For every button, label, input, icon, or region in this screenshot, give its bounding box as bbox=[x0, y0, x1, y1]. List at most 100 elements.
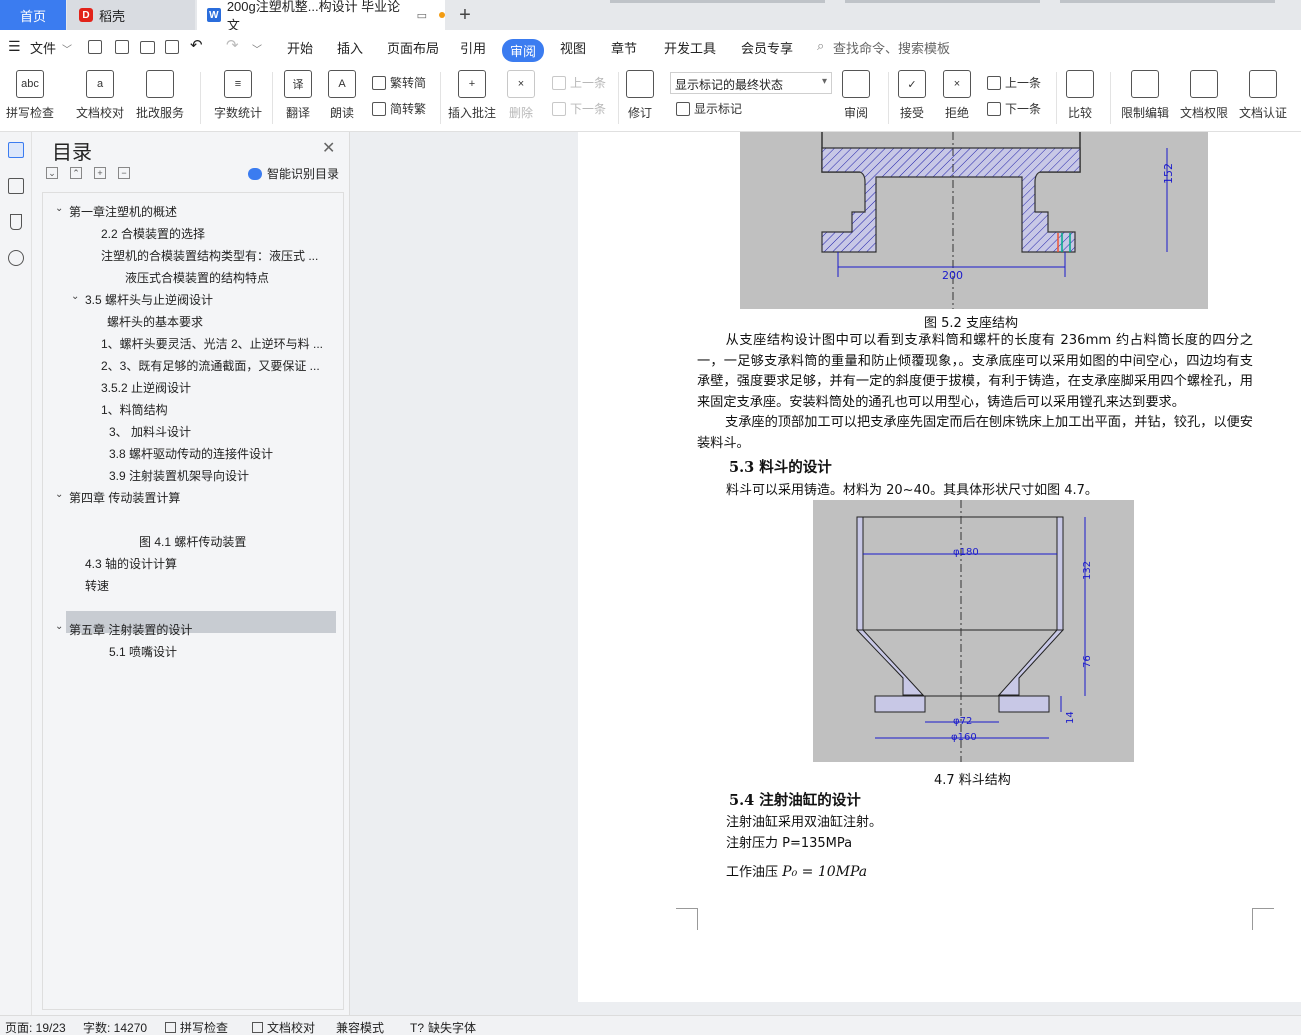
word-count-indicator[interactable]: 字数: 14270 bbox=[83, 1019, 147, 1036]
delete-comment-button[interactable]: × 删除 bbox=[507, 70, 535, 121]
print-preview-icon[interactable] bbox=[165, 40, 179, 54]
menu-home[interactable]: 开始 bbox=[287, 38, 313, 57]
chapter-nav-icon[interactable] bbox=[8, 178, 24, 194]
add-heading-icon[interactable]: + bbox=[94, 167, 106, 179]
close-icon[interactable]: ✕ bbox=[322, 138, 335, 158]
menu-view[interactable]: 视图 bbox=[560, 38, 586, 57]
expand-up-icon[interactable]: ⌃ bbox=[70, 167, 82, 179]
insert-comment-button[interactable]: + 插入批注 bbox=[448, 70, 496, 121]
toc-item[interactable]: 转速 bbox=[85, 577, 109, 594]
toc-item[interactable]: ⌄ 第五章 注射装置的设计 bbox=[55, 621, 192, 638]
display-mode-select[interactable]: 显示标记的最终状态 bbox=[670, 72, 832, 94]
toc-item[interactable]: 注塑机的合模装置结构类型有：液压式 ... bbox=[101, 247, 318, 264]
show-marks-button[interactable]: 显示标记 bbox=[676, 100, 742, 117]
toc-item[interactable]: 3.8 螺杆驱动传动的连接件设计 bbox=[109, 445, 273, 462]
hamburger-icon[interactable]: ☰ bbox=[8, 38, 21, 55]
word-count-button[interactable]: ≡ 字数统计 bbox=[214, 70, 262, 121]
dimension-180: φ180 bbox=[953, 547, 979, 558]
section-heading: 5.3 料斗的设计 bbox=[729, 459, 832, 476]
toc-item[interactable]: ⌄ 3.5 螺杆头与止逆阀设计 bbox=[71, 291, 213, 308]
toc-item[interactable]: 1、螺杆头要灵活、光洁 2、止逆环与料 ... bbox=[101, 335, 323, 352]
tab-daoke[interactable]: D 稻壳 bbox=[67, 0, 195, 30]
command-search[interactable]: 查找命令、搜索模板 bbox=[833, 38, 950, 57]
redo-icon[interactable]: ↷ bbox=[226, 36, 239, 54]
translate-button[interactable]: 译翻译 bbox=[284, 70, 312, 121]
toc-item[interactable]: ⌄ 第一章注塑机的概述 bbox=[55, 203, 177, 220]
status-spell-check[interactable]: 拼写检查 bbox=[165, 1019, 228, 1036]
compare-button[interactable]: 比较 bbox=[1066, 70, 1094, 121]
tab-document[interactable]: W 200g注塑机整...构设计 毕业论文 ▭ bbox=[197, 0, 445, 33]
menu-layout[interactable]: 页面布局 bbox=[387, 38, 439, 57]
writer-logo-icon: W bbox=[207, 8, 221, 22]
tab-document-label: 200g注塑机整...构设计 毕业论文 bbox=[226, 0, 401, 33]
toc-item[interactable]: 2、3、既有足够的流通截面，又要保证 ... bbox=[101, 357, 320, 374]
lock-icon bbox=[1131, 70, 1159, 98]
print-icon[interactable] bbox=[140, 41, 155, 54]
translate-icon: 译 bbox=[284, 70, 312, 98]
page-indicator[interactable]: 页面: 19/23 bbox=[5, 1019, 66, 1036]
correction-service-button[interactable]: 批改服务 bbox=[136, 70, 184, 121]
review-pane-button[interactable]: 审阅 bbox=[842, 70, 870, 121]
doc-certify-button[interactable]: 文档认证 bbox=[1239, 70, 1287, 121]
simp-to-trad-button[interactable]: 简转繁 bbox=[372, 100, 426, 117]
menu-file[interactable]: 文件 bbox=[30, 38, 56, 57]
track-changes-button[interactable]: 修订 bbox=[626, 70, 654, 121]
reject-button[interactable]: × 拒绝 bbox=[943, 70, 971, 121]
chevron-down-icon[interactable]: ⌄ bbox=[71, 291, 79, 302]
menu-developer[interactable]: 开发工具 bbox=[664, 38, 716, 57]
menu-review[interactable]: 审阅 bbox=[502, 39, 545, 62]
toc-item[interactable]: 液压式合模装置的结构特点 bbox=[125, 269, 269, 286]
next-comment-button[interactable]: 下一条 bbox=[552, 100, 606, 117]
toc-item[interactable]: 2.2 合模装置的选择 bbox=[101, 225, 205, 242]
toc-item[interactable]: 螺杆头的基本要求 bbox=[107, 313, 203, 330]
toc-item-label: 螺杆头的基本要求 bbox=[107, 315, 204, 329]
read-aloud-button[interactable]: A 朗读 bbox=[328, 70, 356, 121]
toc-panel-icon[interactable] bbox=[8, 142, 24, 158]
missing-font[interactable]: T? 缺失字体 bbox=[410, 1019, 476, 1036]
bookmark-icon[interactable] bbox=[10, 214, 22, 230]
chevron-down-icon[interactable]: ⌄ bbox=[55, 621, 63, 632]
undo-icon[interactable]: ↶ bbox=[190, 36, 203, 54]
prev-change-button[interactable]: 上一条 bbox=[987, 74, 1041, 91]
trad-to-simp-icon bbox=[372, 75, 386, 90]
compat-mode[interactable]: 兼容模式 bbox=[336, 1019, 384, 1036]
toc-item[interactable]: 3、 加料斗设计 bbox=[109, 423, 191, 440]
status-proofread[interactable]: 文档校对 bbox=[252, 1019, 315, 1036]
quick-access-more-icon[interactable]: ﹀ bbox=[252, 41, 262, 56]
chevron-down-icon[interactable]: ⌄ bbox=[55, 489, 63, 500]
spell-check-button[interactable]: abc 拼写检查 bbox=[6, 70, 54, 121]
ribbon-separator bbox=[272, 72, 273, 124]
toc-item[interactable]: ⌄ 第四章 传动装置计算 bbox=[55, 489, 180, 506]
doc-permission-button[interactable]: 文档权限 bbox=[1180, 70, 1228, 121]
search-icon[interactable] bbox=[8, 250, 24, 266]
trad-to-simp-button[interactable]: 繁转简 bbox=[372, 74, 426, 91]
tab-bar: 首页 D 稻壳 W 200g注塑机整...构设计 毕业论文 ▭ + bbox=[0, 0, 1301, 33]
accept-button[interactable]: ✓ 接受 bbox=[898, 70, 926, 121]
toc-item[interactable]: 1、料筒结构 bbox=[101, 401, 168, 418]
toc-item[interactable]: 图 4.1 螺杆传动装置 bbox=[139, 533, 246, 550]
proofread-button[interactable]: a 文档校对 bbox=[76, 70, 124, 121]
formula: P₀ = 10MPa bbox=[782, 864, 868, 880]
new-tab-button[interactable]: + bbox=[452, 0, 478, 30]
prev-comment-button[interactable]: 上一条 bbox=[552, 74, 606, 91]
tab-home[interactable]: 首页 bbox=[0, 0, 66, 30]
export-icon[interactable] bbox=[115, 40, 129, 54]
menu-insert[interactable]: 插入 bbox=[337, 38, 363, 57]
remove-heading-icon[interactable]: − bbox=[118, 167, 130, 179]
smart-toc-button[interactable]: 智能识别目录 bbox=[248, 165, 339, 182]
toc-item[interactable]: 5.1 喷嘴设计 bbox=[109, 643, 177, 660]
restrict-edit-button[interactable]: 限制编辑 bbox=[1121, 70, 1169, 121]
prev-comment-label: 上一条 bbox=[570, 76, 607, 90]
next-change-button[interactable]: 下一条 bbox=[987, 100, 1041, 117]
toc-item[interactable]: 3.5.2 止逆阀设计 bbox=[101, 379, 191, 396]
save-icon[interactable] bbox=[88, 40, 102, 54]
chevron-down-icon[interactable]: ⌄ bbox=[55, 203, 63, 214]
collapse-all-icon[interactable]: ⌄ bbox=[46, 167, 58, 179]
toc-item[interactable]: 3.9 注射装置机架导向设计 bbox=[109, 467, 249, 484]
toc-item-selected[interactable]: 4.3 轴的设计计算 bbox=[85, 555, 177, 572]
menu-member[interactable]: 会员专享 bbox=[741, 38, 793, 57]
unsaved-dot-icon bbox=[439, 12, 445, 18]
menu-chapter[interactable]: 章节 bbox=[611, 38, 637, 57]
menu-references[interactable]: 引用 bbox=[460, 38, 486, 57]
chevron-down-icon[interactable]: ﹀ bbox=[62, 41, 72, 56]
